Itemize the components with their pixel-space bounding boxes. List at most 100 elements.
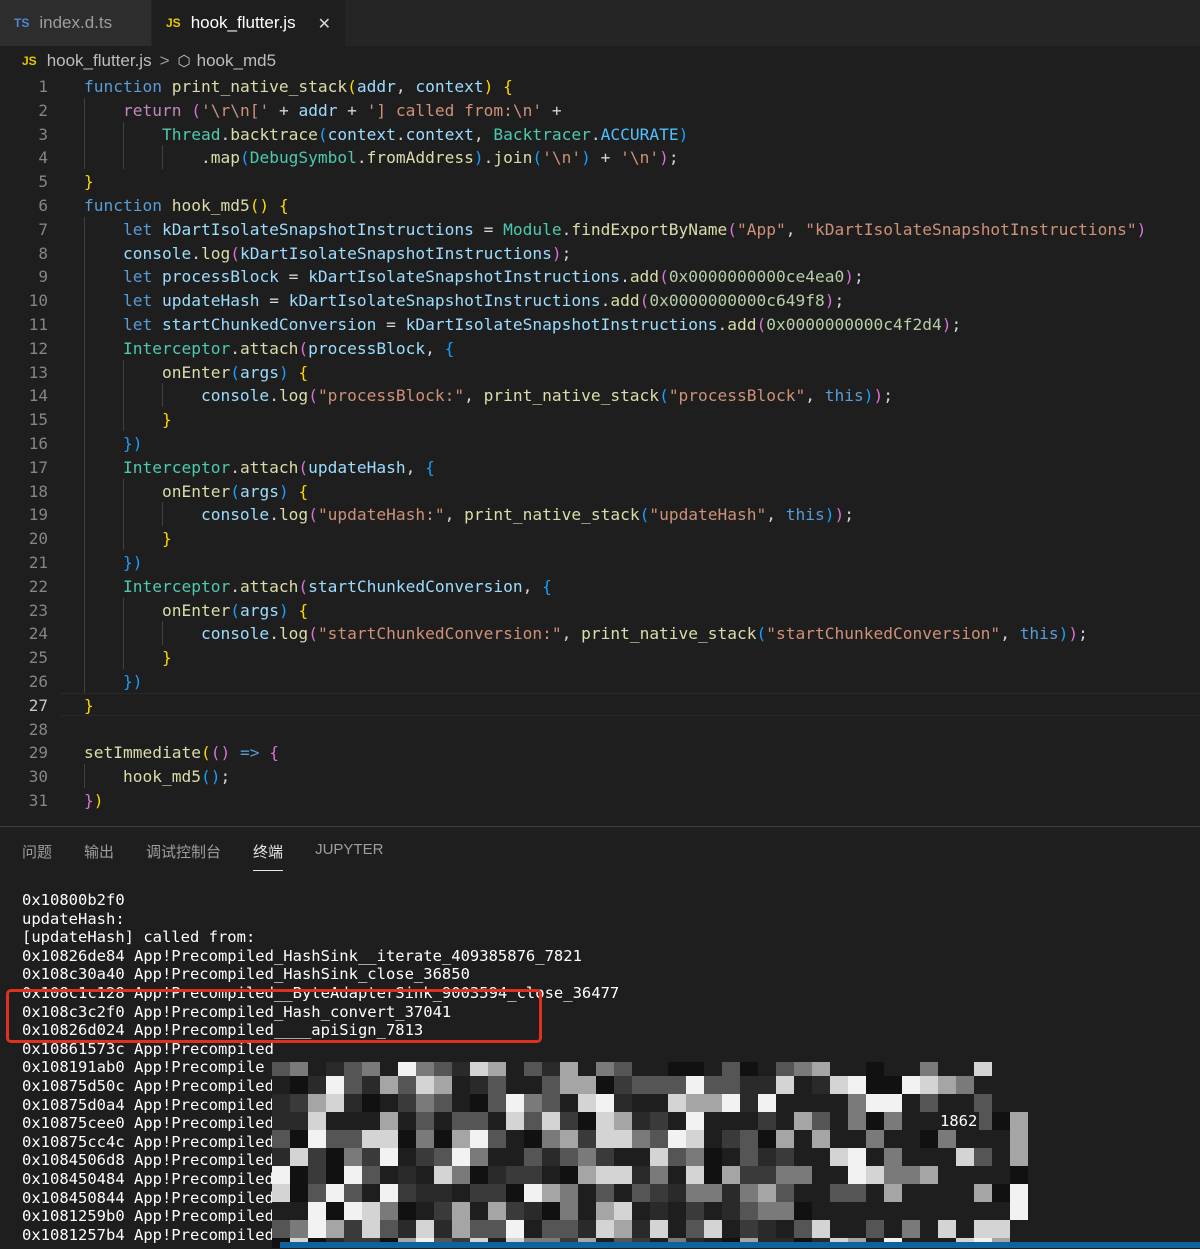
code-line[interactable]: 10 let updateHash = kDartIsolateSnapshot… xyxy=(0,288,1200,312)
code-token: console xyxy=(200,505,270,525)
mosaic-pixel xyxy=(380,1062,398,1076)
code-line[interactable]: 18 onEnter(args) { xyxy=(0,479,1200,503)
mosaic-pixel xyxy=(434,1112,452,1130)
mosaic-pixel xyxy=(308,1094,326,1112)
tab-problems[interactable]: 问题 xyxy=(22,841,52,871)
code-line[interactable]: 4 .map(DebugSymbol.fromAddress).join('\n… xyxy=(0,145,1200,169)
indent-guide xyxy=(161,502,163,527)
code-line[interactable]: 20 } xyxy=(0,526,1200,550)
code-token: kDartIsolateSnapshotInstructions xyxy=(161,219,474,239)
mosaic-pixel xyxy=(938,1130,956,1148)
code-line[interactable]: 27} xyxy=(0,692,1200,717)
mosaic-pixel xyxy=(560,1166,578,1184)
code-token: }) xyxy=(122,434,143,453)
mosaic-pixel xyxy=(560,1094,578,1112)
mosaic-pixel xyxy=(956,1148,974,1166)
horizontal-scrollbar[interactable] xyxy=(280,1242,1200,1248)
code-line[interactable]: 30 hook_md5(); xyxy=(0,764,1200,788)
mosaic-pixel xyxy=(308,1220,326,1238)
mosaic-pixel xyxy=(506,1148,524,1166)
line-number: 19 xyxy=(28,505,48,525)
mosaic-pixel xyxy=(830,1076,848,1094)
code-line[interactable]: 17 Interceptor.attach(updateHash, { xyxy=(0,455,1200,479)
mosaic-pixel xyxy=(794,1148,812,1166)
code-line[interactable]: 21 }) xyxy=(0,550,1200,574)
code-line[interactable]: 2 return ('\r\n[' + addr + '] called fro… xyxy=(0,98,1200,122)
mosaic-pixel xyxy=(470,1062,488,1076)
mosaic-pixel xyxy=(326,1202,344,1220)
mosaic-pixel xyxy=(704,1130,722,1148)
mosaic-pixel xyxy=(740,1220,758,1238)
mosaic-pixel xyxy=(362,1184,380,1202)
code-line[interactable]: 1 function print_native_stack(addr, conte… xyxy=(0,74,1200,98)
mosaic-pixel xyxy=(848,1094,866,1112)
indent-guide xyxy=(84,97,85,170)
breadcrumb-symbol[interactable]: hook_md5 xyxy=(197,51,276,71)
mosaic-pixel xyxy=(866,1166,884,1184)
close-icon[interactable]: ✕ xyxy=(318,14,331,33)
code-token: ( xyxy=(756,624,767,644)
code-editor[interactable]: 1 function print_native_stack(addr, conte… xyxy=(0,74,1200,824)
tab-debug-console[interactable]: 调试控制台 xyxy=(146,841,221,871)
code-line[interactable]: 11 let startChunkedConversion = kDartIso… xyxy=(0,312,1200,336)
code-token: function xyxy=(84,77,162,96)
mosaic-pixel xyxy=(344,1184,362,1202)
tab-index-d-ts[interactable]: TS index.d.ts xyxy=(0,0,152,46)
tab-hook-flutter-js[interactable]: JS hook_flutter.js ✕ xyxy=(152,0,346,46)
tab-output[interactable]: 输出 xyxy=(84,841,114,871)
code-line[interactable]: 12 Interceptor.attach(processBlock, { xyxy=(0,336,1200,360)
code-token: ) xyxy=(278,362,289,382)
code-token: , xyxy=(395,77,416,96)
code-token: Interceptor xyxy=(122,338,231,358)
code-line[interactable]: 14 console.log("processBlock:", print_na… xyxy=(0,383,1200,407)
code-token: () xyxy=(249,196,270,215)
code-token: Backtracer xyxy=(493,124,591,144)
code-line[interactable]: 13 onEnter(args) { xyxy=(0,360,1200,384)
mosaic-pixel xyxy=(380,1184,398,1202)
code-line[interactable]: 28 xyxy=(0,717,1200,741)
code-token: findExportByName xyxy=(571,219,728,239)
mosaic-pixel xyxy=(380,1220,398,1238)
code-line[interactable]: 6 function hook_md5() { xyxy=(0,193,1200,217)
code-line[interactable]: 15 } xyxy=(0,407,1200,431)
code-text: function hook_md5() { xyxy=(84,196,289,215)
tab-jupyter[interactable]: JUPYTER xyxy=(315,841,383,871)
code-line[interactable]: 5} xyxy=(0,169,1200,193)
code-token: = xyxy=(473,219,504,239)
mosaic-pixel xyxy=(272,1220,290,1238)
code-token: ( xyxy=(230,600,240,620)
code-token: add xyxy=(610,291,640,311)
code-line[interactable]: 31}) xyxy=(0,788,1200,812)
code-line[interactable]: 19 console.log("updateHash:", print_nati… xyxy=(0,502,1200,526)
code-token: ACCURATE xyxy=(600,124,679,144)
mosaic-pixel xyxy=(326,1062,344,1076)
mosaic-pixel xyxy=(596,1112,614,1130)
code-line[interactable]: 25 } xyxy=(0,645,1200,669)
code-line[interactable]: 8 console.log(kDartIsolateSnapshotInstru… xyxy=(0,241,1200,265)
mosaic-pixel xyxy=(1010,1112,1028,1130)
mosaic-pixel xyxy=(686,1184,704,1202)
code-token: print_native_stack xyxy=(581,624,757,644)
tab-terminal[interactable]: 终端 xyxy=(253,841,284,871)
code-line[interactable]: 29 setImmediate(() => { xyxy=(0,740,1200,764)
mosaic-pixel xyxy=(416,1112,434,1130)
code-line[interactable]: 7 let kDartIsolateSnapshotInstructions =… xyxy=(0,217,1200,241)
code-line[interactable]: 9 let processBlock = kDartIsolateSnapsho… xyxy=(0,264,1200,288)
line-number: 17 xyxy=(28,457,48,477)
code-line[interactable]: 3 Thread.backtrace(context.context, Back… xyxy=(0,122,1200,146)
mosaic-pixel xyxy=(344,1220,362,1238)
breadcrumb-file[interactable]: hook_flutter.js xyxy=(47,51,152,71)
code-line[interactable]: 16 }) xyxy=(0,431,1200,455)
code-line[interactable]: 22 Interceptor.attach(startChunkedConver… xyxy=(0,574,1200,598)
mosaic-pixel xyxy=(560,1112,578,1130)
code-line[interactable]: 26 }) xyxy=(0,669,1200,693)
code-line[interactable]: 24 console.log("startChunkedConversion:"… xyxy=(0,621,1200,645)
mosaic-pixel xyxy=(614,1220,632,1238)
mosaic-pixel xyxy=(776,1076,794,1094)
terminal-line: 0x10800b2f0 xyxy=(22,891,125,909)
code-line[interactable]: 23 onEnter(args) { xyxy=(0,598,1200,622)
mosaic-pixel xyxy=(668,1076,686,1094)
